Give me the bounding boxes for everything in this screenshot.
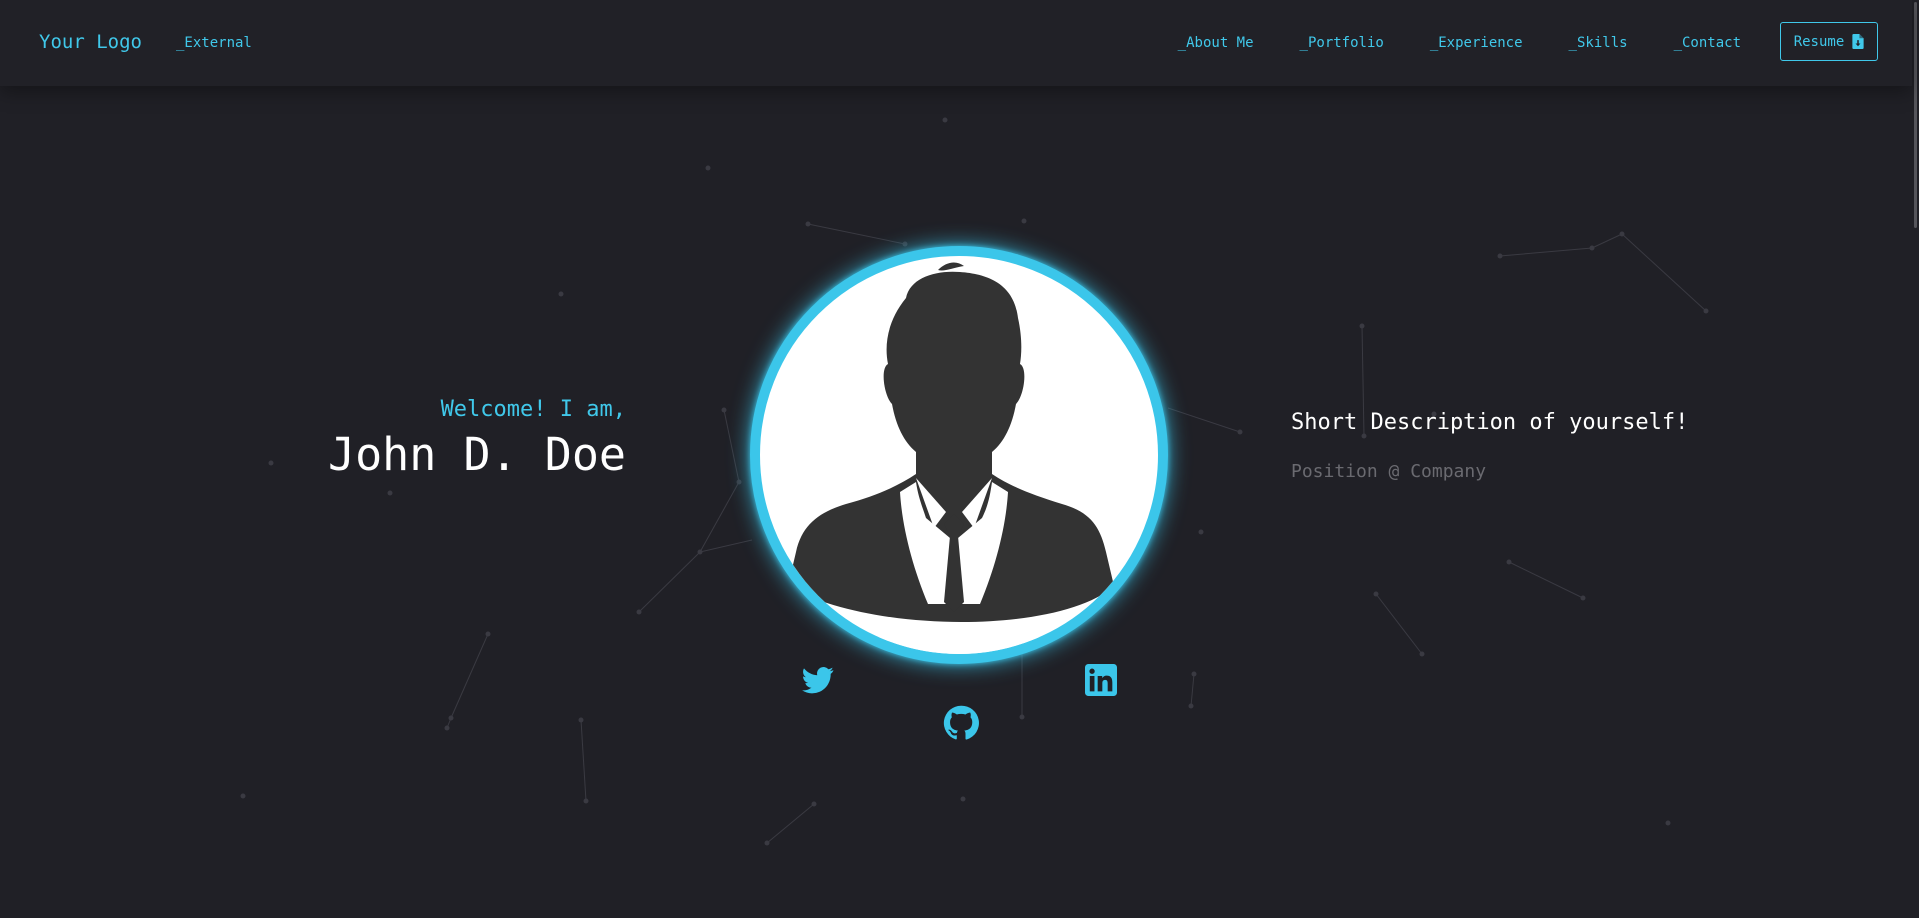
scrollbar[interactable] — [1912, 0, 1919, 918]
logo[interactable]: Your Logo — [39, 31, 142, 53]
position-text: Position @ Company — [1291, 461, 1487, 482]
resume-label: Resume — [1793, 33, 1845, 50]
external-link[interactable]: _External — [176, 35, 252, 51]
github-icon — [943, 705, 979, 740]
avatar — [750, 246, 1168, 664]
navbar: Your Logo _External _About Me _Portfolio… — [0, 0, 1912, 86]
person-silhouette-icon — [760, 262, 1158, 654]
nav-link-portfolio[interactable]: _Portfolio — [1300, 35, 1384, 51]
nav-link-experience[interactable]: _Experience — [1430, 35, 1523, 51]
resume-button[interactable]: Resume — [1780, 22, 1878, 61]
file-download-icon — [1852, 34, 1864, 49]
scrollbar-thumb[interactable] — [1914, 2, 1917, 228]
page: Your Logo _External _About Me _Portfolio… — [0, 0, 1919, 918]
github-link[interactable] — [943, 705, 979, 745]
hero-name: John D. Doe — [327, 428, 626, 481]
linkedin-icon — [1085, 664, 1117, 696]
nav-link-skills[interactable]: _Skills — [1569, 35, 1628, 51]
twitter-icon — [802, 667, 834, 694]
nav-link-contact[interactable]: _Contact — [1674, 35, 1741, 51]
short-description: Short Description of yourself! — [1291, 410, 1689, 435]
welcome-text: Welcome! I am, — [440, 397, 626, 422]
twitter-link[interactable] — [800, 664, 836, 700]
linkedin-link[interactable] — [1085, 664, 1117, 700]
nav-link-about-me[interactable]: _About Me — [1178, 35, 1254, 51]
nav-links: _About Me _Portfolio _Experience _Skills… — [1132, 35, 1741, 51]
